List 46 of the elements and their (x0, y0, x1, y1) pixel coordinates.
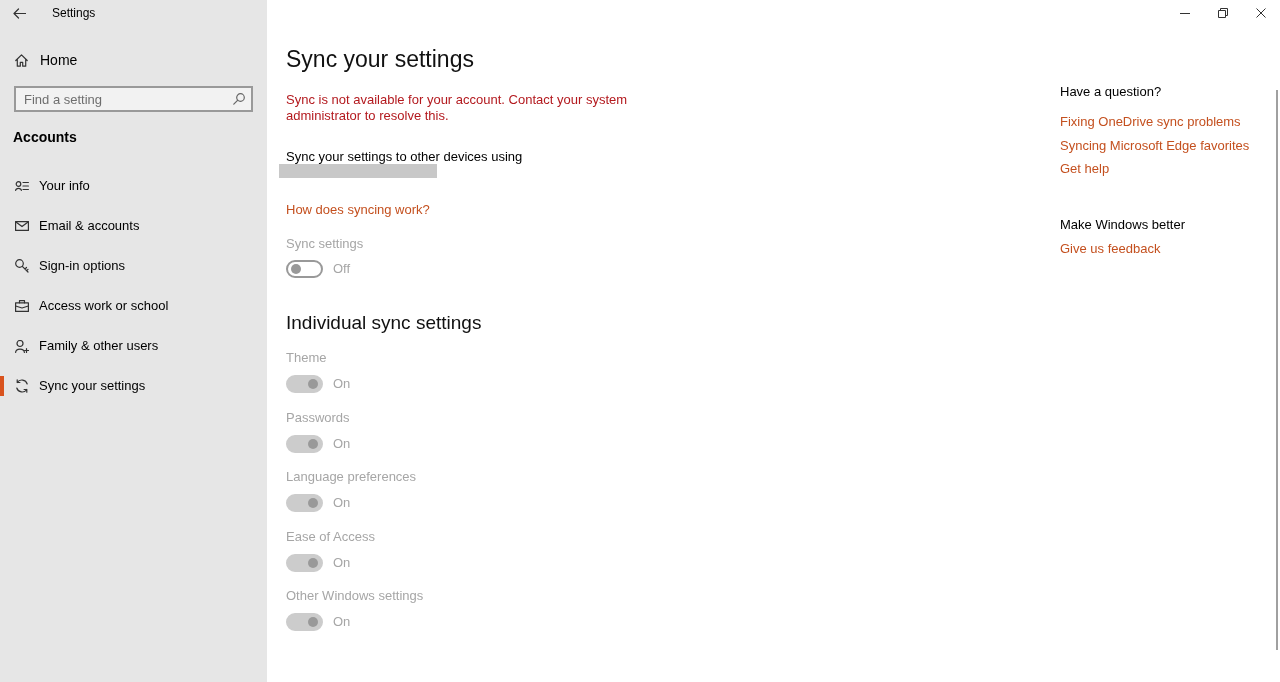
home-icon (15, 53, 28, 67)
restore-icon (1218, 8, 1228, 18)
setting-label: Sync settings (286, 236, 364, 252)
feedback-heading: Make Windows better (1060, 216, 1185, 234)
setting-label: Ease of Access (286, 528, 376, 545)
setting-label: Language preferences (286, 469, 418, 485)
back-arrow-icon (12, 7, 26, 19)
sidebar-item[interactable]: Access work or school (0, 286, 267, 326)
scroll-bar[interactable] (1276, 90, 1278, 650)
help-link[interactable]: Syncing Microsoft Edge favorites (1060, 136, 1250, 155)
setting-label: Passwords (286, 409, 351, 426)
person-plus-icon (15, 339, 29, 353)
section-heading: Individual sync settings (286, 311, 482, 335)
sidebar-item[interactable]: Email & accounts (0, 206, 267, 246)
toggle-state-text: On (333, 376, 351, 392)
search-icon (233, 93, 245, 105)
sync-arrows-icon (15, 379, 29, 393)
key-icon (15, 259, 29, 273)
window-title: Settings (52, 6, 96, 20)
toggle-state-text: On (333, 495, 351, 511)
feedback-link[interactable]: Give us feedback (1060, 240, 1161, 258)
setting-label: Theme (286, 350, 328, 366)
sidebar-item[interactable]: Family & other users (0, 326, 267, 366)
help-link[interactable]: Get help (1060, 160, 1110, 178)
section-heading: Accounts (13, 128, 78, 146)
minimize-icon (1180, 12, 1190, 14)
briefcase-icon (15, 300, 29, 312)
page-title: Sync your settings (286, 45, 474, 74)
help-heading: Have a question? (1060, 83, 1162, 101)
sidebar-item[interactable]: Sync your settings (0, 366, 267, 406)
help-link[interactable]: Fixing OneDrive sync problems (1060, 113, 1241, 131)
setting-label: Other Windows settings (286, 588, 424, 604)
close-icon (1256, 8, 1266, 18)
envelope-icon (15, 221, 29, 231)
toggle-state-text: On (333, 435, 351, 452)
toggle-state-text: On (333, 554, 351, 571)
sidebar-item[interactable]: Sign-in options (0, 246, 267, 286)
toggle-state-text: Off (333, 261, 351, 277)
toggle-state-text: On (333, 614, 351, 630)
error-message: Sync is not available for your account. Contact your system administrator to resolve this. (286, 92, 629, 124)
home-link[interactable]: Home (0, 40, 267, 80)
sync-description: Sync your settings to other devices using (286, 149, 523, 165)
sidebar-item[interactable]: Your info (0, 166, 267, 206)
help-link[interactable]: How does syncing work? (286, 202, 430, 218)
search-field[interactable]: Find a setting (14, 86, 253, 112)
person-card-icon (15, 181, 29, 191)
